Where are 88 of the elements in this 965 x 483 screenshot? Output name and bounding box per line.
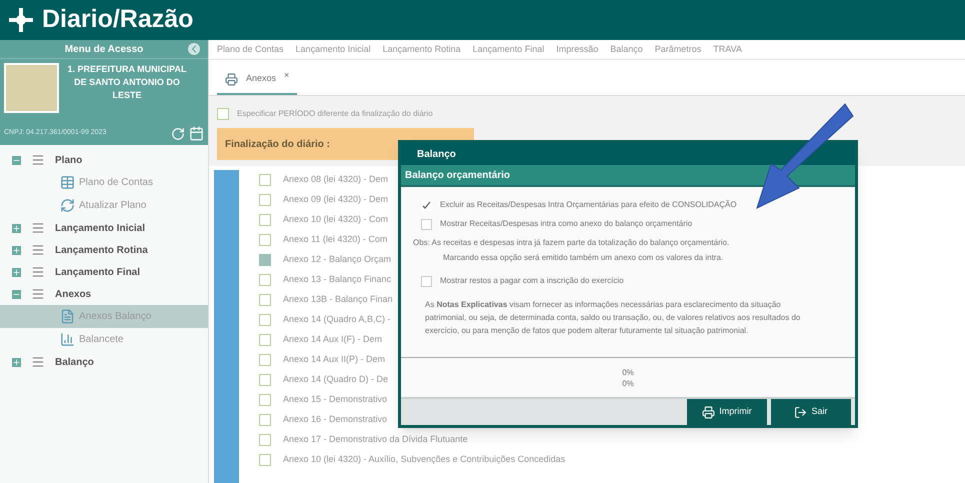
progress-text: 0%	[622, 366, 634, 378]
collapse-icon[interactable]	[12, 290, 21, 298]
tree-leaf[interactable]: Balancete	[0, 328, 208, 351]
tree-node[interactable]: Plano	[0, 149, 208, 171]
tree-node[interactable]: Lançamento Rotina	[0, 239, 208, 261]
emblem-image	[4, 63, 59, 113]
menu-item[interactable]: Balanço	[610, 42, 643, 56]
dialog-title: Balanço	[417, 148, 456, 162]
option-label: Mostrar Receitas/Despesas intra como anexo do balanço orçamentário	[440, 218, 692, 230]
checkbox[interactable]	[259, 434, 271, 446]
menu-title: Menu de Acesso	[64, 42, 144, 56]
option-label: Mostrar restos a pagar com a inscrição do exercício	[440, 275, 624, 287]
annex-label: Anexo 16 - Demonstrativo	[283, 413, 388, 426]
notes-paragraph: As Notas Explicativas visam fornecer as informações necessárias para esclarecimento da situação patrimonial, ou seja, de determinada conta, saldo ou transação, ou, de valores relativos aos resultados do exercício, ou para menção de fatos que podem alterar futuramente tal situação patrimonial.	[424, 299, 802, 337]
leaf-icon	[60, 175, 75, 190]
section-title: Balanço orçamentário	[405, 168, 510, 182]
tree-node[interactable]: Lançamento Final	[0, 261, 208, 283]
period-label: Especificar PERÍODO diferente da finalização do diário	[237, 108, 433, 120]
annex-label: Anexo 10 (lei 4320) - Com	[283, 213, 388, 226]
checkbox[interactable]	[259, 214, 271, 226]
checkbox[interactable]	[259, 374, 271, 386]
calendar-icon[interactable]	[189, 126, 204, 141]
checkbox[interactable]	[259, 354, 271, 366]
menu-item[interactable]: Lançamento Rotina	[382, 42, 461, 56]
expand-icon[interactable]	[12, 246, 21, 254]
annex-label: Anexo 14 Aux I(F) - Dem	[283, 333, 382, 346]
annex-label: Anexo 14 Aux II(P) - Dem	[283, 353, 386, 366]
expand-icon[interactable]	[12, 358, 21, 366]
check-icon	[422, 200, 431, 210]
note-text: Marcando essa opção será emitido também um anexo com os valores da intra.	[442, 252, 724, 264]
annex-label: Anexo 12 - Balanço Orçam	[283, 253, 392, 266]
option-label: Excluir as Receitas/Despesas Intra Orçamentárias para efeito de CONSOLIDAÇÃO	[440, 199, 737, 211]
annex-label: Anexo 09 (lei 4320) - Dem	[283, 193, 388, 206]
finalization-label: Finalização do diário :	[225, 138, 330, 152]
note-text: Obs: As receitas e despesas intra já fazem parte da totalização do balanço orçamentário.	[413, 237, 730, 249]
checkbox[interactable]	[259, 174, 271, 186]
exit-icon	[794, 406, 808, 418]
logo-icon	[8, 7, 34, 33]
checkbox[interactable]	[259, 414, 271, 426]
annex-label: Anexo 11 (lei 4320) - Com	[283, 233, 388, 246]
close-tab[interactable]: ×	[284, 69, 290, 82]
checkbox[interactable]	[259, 454, 271, 466]
leaf-icon	[60, 332, 75, 347]
print-button[interactable]: Imprimir	[687, 399, 767, 425]
entity-name: 1. PREFEITURA MUNICIPAL DE SANTO ANTONIO DO LESTE	[67, 63, 187, 102]
checkbox[interactable]	[421, 276, 432, 286]
refresh-icon[interactable]	[171, 126, 185, 140]
checkbox[interactable]	[259, 314, 271, 326]
menu-item[interactable]: Parâmetros	[654, 42, 702, 56]
menu-item[interactable]: Plano de Contas	[217, 42, 284, 56]
annex-label: Anexo 15 - Demonstrativo	[283, 393, 388, 406]
printer-icon	[225, 72, 238, 86]
progress-text: 0%	[622, 378, 634, 388]
menu-item[interactable]: TRAVA	[713, 42, 742, 56]
collapse-icon[interactable]	[188, 43, 200, 55]
expand-icon[interactable]	[12, 224, 21, 232]
menu-item[interactable]: Lançamento Inicial	[296, 42, 371, 56]
tree-leaf[interactable]: Atualizar Plano	[0, 194, 208, 217]
expand-icon[interactable]	[12, 268, 21, 276]
checkbox[interactable]	[259, 274, 271, 286]
leaf-icon	[60, 309, 75, 324]
app-title: Diario/Razão	[42, 4, 194, 36]
menu-item[interactable]: Lançamento Final	[472, 42, 544, 56]
checkbox[interactable]	[421, 218, 432, 230]
annex-label: Anexo 14 (Quadro D) - De	[283, 373, 388, 386]
checkbox[interactable]	[217, 108, 229, 120]
tree-node[interactable]: Lançamento Inicial	[0, 217, 208, 239]
annex-label: Anexo 08 (lei 4320) - Dem	[283, 173, 388, 186]
checkbox[interactable]	[259, 334, 271, 346]
printer-icon	[702, 406, 716, 418]
annex-label: Anexo 13B - Balanço Finan	[283, 293, 393, 306]
menu-item[interactable]: Impressão	[556, 42, 598, 56]
checkbox[interactable]	[421, 200, 432, 210]
tree-node[interactable]: Balanço	[0, 351, 208, 373]
checkbox[interactable]	[259, 234, 271, 246]
annex-label: Anexo 17 - Demonstrativo da Dívida Flutuante	[283, 433, 468, 446]
collapse-icon[interactable]	[12, 156, 21, 164]
annex-label: Anexo 14 (Quadro A,B,C) -	[283, 313, 391, 326]
checkbox[interactable]	[259, 194, 271, 206]
annex-label: Anexo 10 (lei 4320) - Auxílio, Subvenções e Contribuições Concedidas	[283, 453, 566, 466]
leaf-icon	[60, 198, 75, 213]
checkbox[interactable]	[259, 254, 271, 266]
checkbox[interactable]	[259, 294, 271, 306]
annex-label: Anexo 13 - Balanço Financ	[283, 273, 392, 286]
exit-button[interactable]: Sair	[771, 399, 851, 425]
tree-node[interactable]: Anexos	[0, 283, 208, 305]
tree-leaf[interactable]: Plano de Contas	[0, 171, 208, 194]
checkbox[interactable]	[259, 394, 271, 406]
